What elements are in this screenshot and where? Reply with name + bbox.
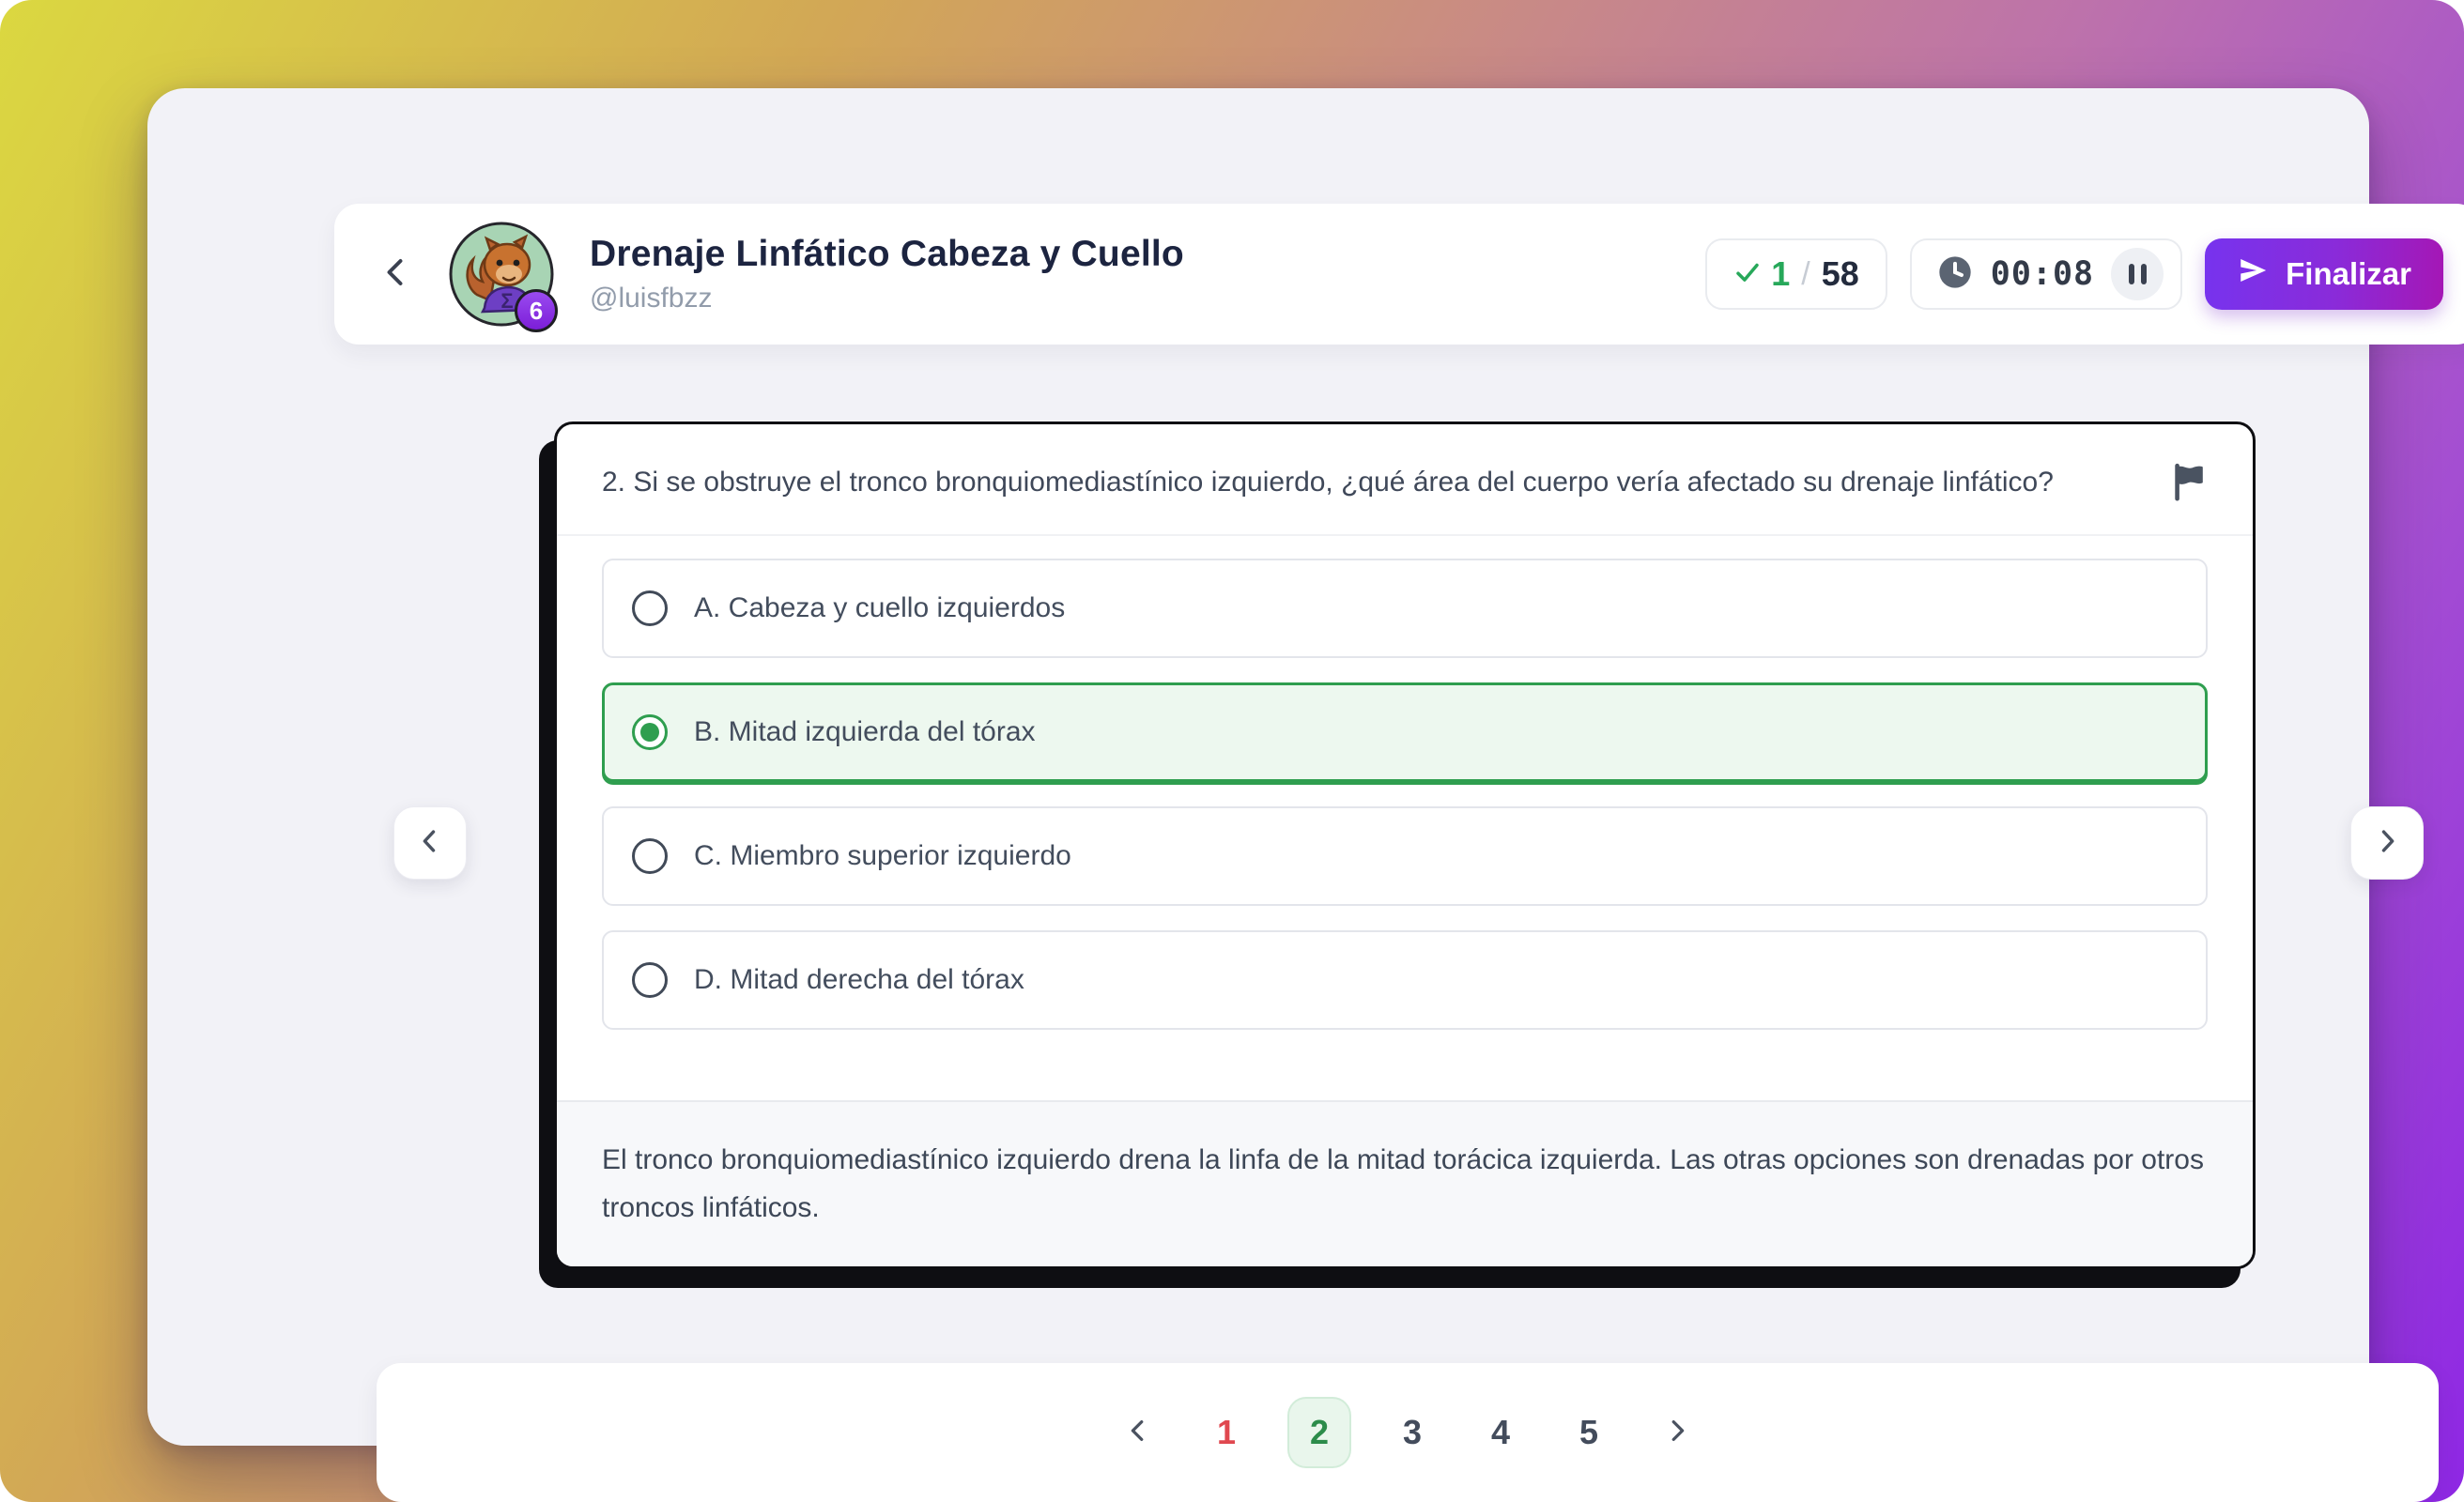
pagination-next-button[interactable] [1650, 1397, 1704, 1468]
title-block: Drenaje Linfático Cabeza y Cuello @luisf… [590, 234, 1184, 314]
progress-counter: 1 / 58 [1705, 238, 1887, 310]
answered-count: 1 [1771, 254, 1790, 294]
finish-button-label: Finalizar [2286, 256, 2411, 292]
chevron-left-icon [379, 255, 413, 294]
page-5-button[interactable]: 5 [1562, 1397, 1616, 1468]
pause-button[interactable] [2111, 248, 2164, 300]
progress-separator: / [1801, 256, 1810, 293]
page-4-button[interactable]: 4 [1473, 1397, 1528, 1468]
page-1-button[interactable]: 1 [1199, 1397, 1254, 1468]
timer-value: 00:08 [1991, 255, 2094, 293]
level-badge: 6 [515, 289, 558, 332]
option-b-label: B. Mitad izquierda del tórax [694, 716, 1036, 748]
option-d[interactable]: D. Mitad derecha del tórax [602, 930, 2208, 1030]
check-icon [1733, 258, 1762, 291]
chevron-right-icon [1663, 1417, 1691, 1449]
quiz-title: Drenaje Linfático Cabeza y Cuello [590, 234, 1184, 275]
question-card: 2. Si se obstruye el tronco bronquiomedi… [554, 421, 2256, 1269]
finish-button[interactable]: Finalizar [2205, 238, 2443, 310]
option-b-selected[interactable]: B. Mitad izquierda del tórax [602, 682, 2208, 782]
radio-selected-icon [632, 714, 668, 750]
flag-question-button[interactable] [2168, 460, 2211, 508]
quiz-author-username: @luisfbzz [590, 283, 1184, 314]
options-list: A. Cabeza y cuello izquierdos B. Mitad i… [557, 534, 2253, 1056]
option-c-label: C. Miembro superior izquierdo [694, 840, 1071, 872]
page-3-button[interactable]: 3 [1385, 1397, 1440, 1468]
radio-unselected-icon [632, 590, 668, 626]
option-d-label: D. Mitad derecha del tórax [694, 964, 1024, 996]
avatar-sigma-glyph: Σ [500, 289, 513, 313]
pause-icon [2129, 264, 2134, 284]
avatar: Σ 6 [449, 222, 554, 327]
option-a-label: A. Cabeza y cuello izquierdos [694, 592, 1065, 624]
back-button[interactable] [376, 253, 417, 295]
header-bar: Σ 6 Drenaje Linfático Cabeza y Cuello @l… [334, 204, 2464, 345]
header-actions: 1 / 58 00:08 [1705, 238, 2443, 310]
timer: 00:08 [1910, 238, 2182, 310]
send-icon [2237, 254, 2269, 294]
chevron-left-icon [414, 825, 446, 862]
page-2-button-current[interactable]: 2 [1287, 1397, 1351, 1468]
clock-icon [1936, 253, 1974, 296]
chevron-left-icon [1124, 1417, 1152, 1449]
option-a[interactable]: A. Cabeza y cuello izquierdos [602, 559, 2208, 658]
next-question-button[interactable] [2350, 806, 2424, 880]
quiz-app-window: Σ 6 Drenaje Linfático Cabeza y Cuello @l… [147, 88, 2369, 1446]
pagination-bar: 1 2 3 4 5 [377, 1363, 2439, 1502]
chevron-right-icon [2371, 825, 2403, 862]
question-text: 2. Si se obstruye el tronco bronquiomedi… [602, 458, 2054, 508]
pagination-prev-button[interactable] [1111, 1397, 1165, 1468]
radio-unselected-icon [632, 962, 668, 998]
question-header: 2. Si se obstruye el tronco bronquiomedi… [557, 424, 2253, 534]
total-questions: 58 [1822, 254, 1859, 294]
radio-unselected-icon [632, 838, 668, 874]
previous-question-button[interactable] [393, 806, 467, 880]
flag-icon [2168, 491, 2211, 507]
option-c[interactable]: C. Miembro superior izquierdo [602, 806, 2208, 906]
screen: Σ 6 Drenaje Linfático Cabeza y Cuello @l… [0, 0, 2464, 1502]
answer-explanation: El tronco bronquiomediastínico izquierdo… [557, 1100, 2253, 1266]
